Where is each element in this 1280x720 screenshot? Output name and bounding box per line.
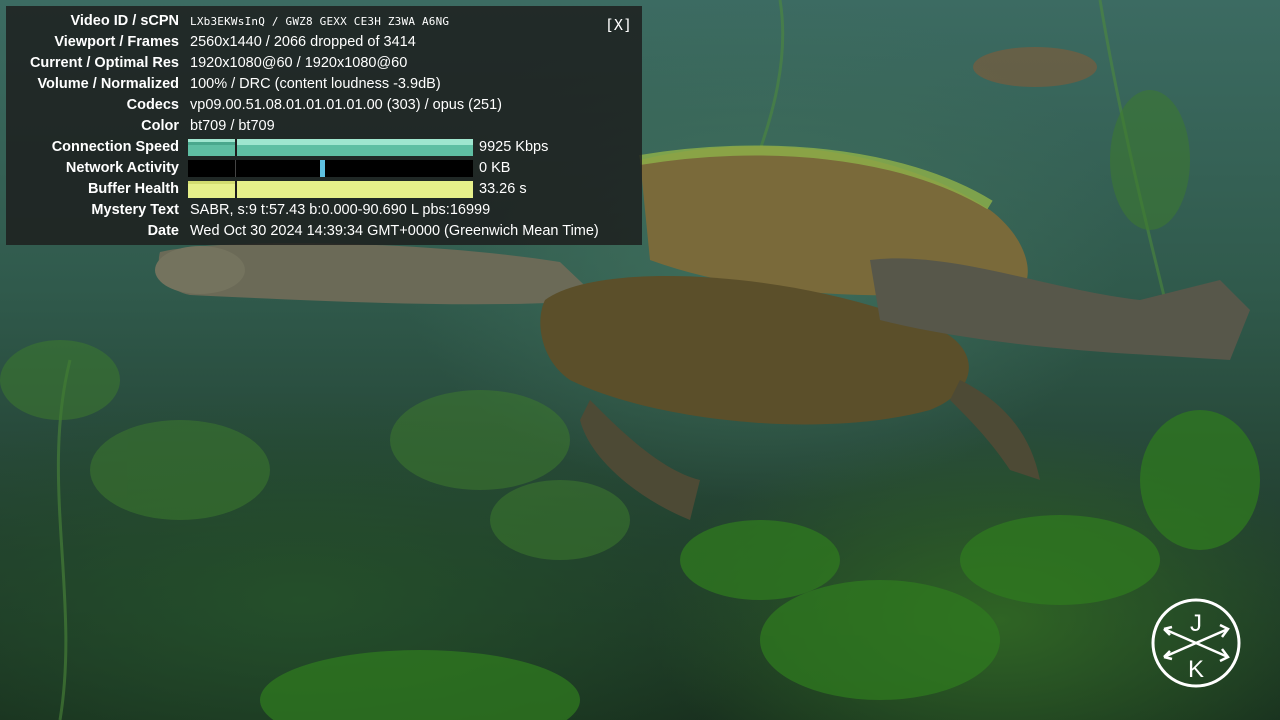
stats-row-network: Network Activity 0 KB xyxy=(6,158,642,179)
stats-value: 9925 Kbps xyxy=(479,139,549,155)
stats-label: Date xyxy=(147,223,179,239)
stats-value: 100% / DRC (content loudness -3.9dB) xyxy=(190,76,441,92)
network-activity-graph xyxy=(188,160,473,177)
stats-label: Volume / Normalized xyxy=(37,76,179,92)
stats-label: Buffer Health xyxy=(87,181,179,197)
logo-letter-top: J xyxy=(1190,610,1202,637)
stats-label: Viewport / Frames xyxy=(54,34,179,50)
stats-label: Codecs xyxy=(126,97,179,113)
stats-value: Wed Oct 30 2024 14:39:34 GMT+0000 (Green… xyxy=(190,223,599,239)
stats-label: Current / Optimal Res xyxy=(29,55,179,71)
logo-letter-bottom: K xyxy=(1188,656,1204,683)
stats-row-connection: Connection Speed 9925 Kbps xyxy=(6,137,642,158)
stats-row-buffer: Buffer Health 33.26 s xyxy=(6,179,642,200)
stats-value: SABR, s:9 t:57.43 b:0.000-90.690 L pbs:1… xyxy=(190,202,491,218)
stats-value: 33.26 s xyxy=(479,181,527,197)
stats-for-nerds-panel: [X] Video ID / sCPN LXb3EKWsInQ / GWZ8 G… xyxy=(6,6,642,245)
buffer-health-graph xyxy=(188,181,473,198)
stats-value: bt709 / bt709 xyxy=(190,118,275,134)
channel-watermark-logo[interactable]: J K xyxy=(1150,597,1242,689)
stats-label: Network Activity xyxy=(65,160,179,176)
stats-value: vp09.00.51.08.01.01.01.01.00 (303) / opu… xyxy=(190,97,502,113)
stats-label: Connection Speed xyxy=(51,139,179,155)
close-stats-button[interactable]: [X] xyxy=(605,16,632,34)
stats-value: 2560x1440 / 2066 dropped of 3414 xyxy=(190,34,416,50)
stats-value: 1920x1080@60 / 1920x1080@60 xyxy=(190,55,408,71)
stats-label: Color xyxy=(141,118,179,134)
connection-speed-graph xyxy=(188,139,473,156)
stats-value: 0 KB xyxy=(479,160,511,176)
stats-value: LXb3EKWsInQ / GWZ8 GEXX CE3H Z3WA A6NG xyxy=(190,15,450,28)
stats-label: Video ID / sCPN xyxy=(70,13,179,29)
stats-label: Mystery Text xyxy=(91,202,179,218)
